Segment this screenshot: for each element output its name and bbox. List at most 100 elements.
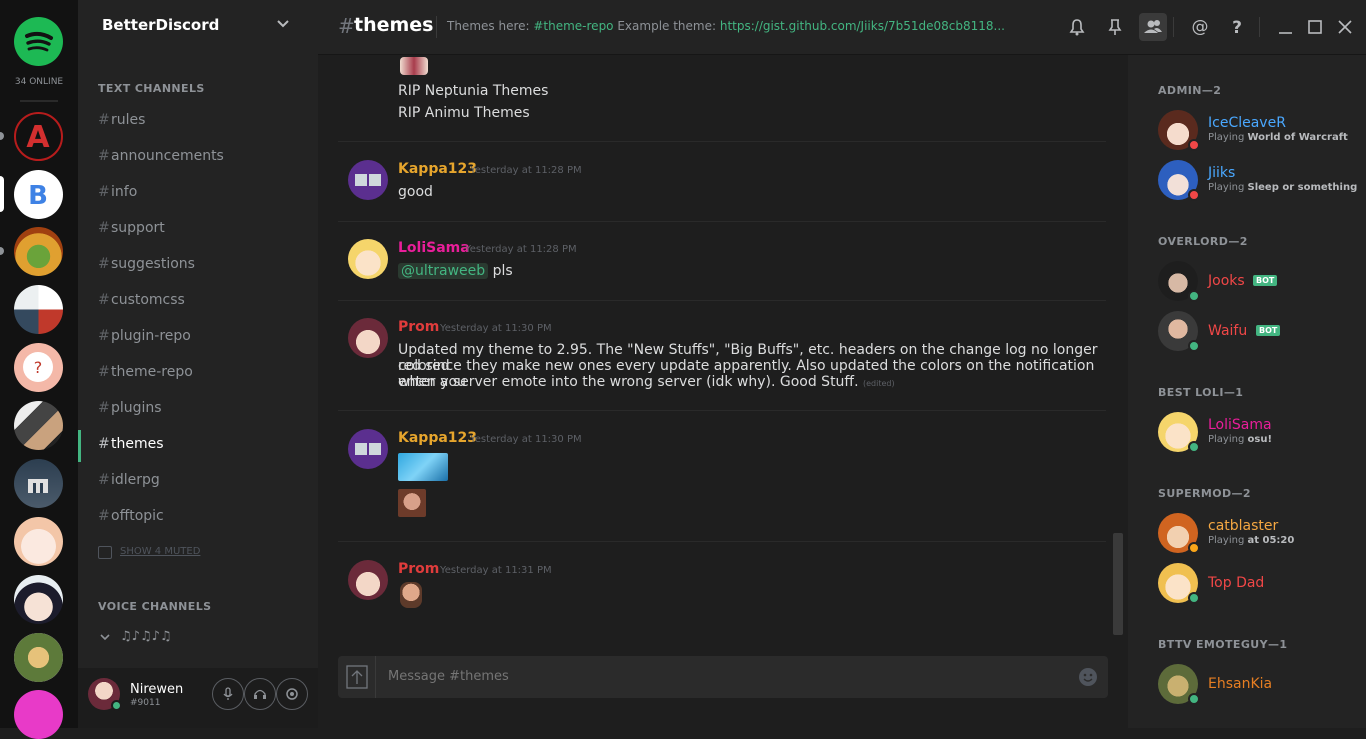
- status-online-icon: [1188, 340, 1200, 352]
- category-voice-channels[interactable]: VOICE CHANNELS: [98, 600, 211, 613]
- topic-text: Example theme:: [613, 19, 720, 33]
- guild-boy[interactable]: [14, 575, 63, 624]
- message-text: RIP Animu Themes: [398, 105, 530, 121]
- settings-button[interactable]: [276, 678, 308, 710]
- guild-question[interactable]: ?: [14, 343, 63, 392]
- online-count: 34 ONLINE: [14, 77, 64, 87]
- channel-plugins[interactable]: # plugins: [78, 395, 318, 423]
- member-name[interactable]: Jooks: [1208, 273, 1245, 289]
- channel-label: announcements: [111, 148, 224, 164]
- message-author[interactable]: Kappa123: [398, 430, 477, 446]
- headphones-icon: [254, 689, 266, 699]
- channel-themes[interactable]: # themes: [78, 431, 318, 459]
- message-author[interactable]: Prom: [398, 319, 439, 335]
- guild-cactus[interactable]: [14, 227, 63, 276]
- voice-channel[interactable]: ♫♪♫♪♫: [120, 629, 172, 644]
- channel-info[interactable]: # info: [78, 179, 318, 207]
- avatar[interactable]: [348, 160, 388, 200]
- message-text-fragment: pls: [488, 263, 513, 279]
- user-panel: Nirewen #9011: [78, 668, 318, 728]
- avatar[interactable]: [348, 429, 388, 469]
- guild-anime[interactable]: [14, 517, 63, 566]
- message-author[interactable]: Prom: [398, 561, 439, 577]
- avatar[interactable]: [348, 239, 388, 279]
- member-name[interactable]: Jiiks: [1208, 165, 1235, 181]
- microphone-icon: [223, 687, 233, 700]
- muted-toggle-icon[interactable]: [98, 546, 112, 559]
- scrollbar[interactable]: [1113, 533, 1123, 635]
- guild-a[interactable]: A: [14, 112, 63, 161]
- member-name[interactable]: Waifu: [1208, 323, 1247, 339]
- channel-label: offtopic: [111, 508, 164, 524]
- show-muted-link[interactable]: SHOW 4 MUTED: [120, 546, 200, 557]
- avatar[interactable]: [348, 560, 388, 600]
- maximize-icon[interactable]: [1301, 13, 1329, 41]
- guild-collage[interactable]: [14, 401, 63, 450]
- guild-betterdiscord[interactable]: B: [14, 170, 63, 219]
- message-input[interactable]: [386, 668, 1046, 685]
- svg-text:@: @: [1192, 17, 1209, 37]
- minimize-icon[interactable]: [1272, 13, 1300, 41]
- channel-support[interactable]: # support: [78, 215, 318, 243]
- channel-label: support: [111, 220, 165, 236]
- mute-button[interactable]: [212, 678, 244, 710]
- channel-idlerpg[interactable]: # idlerpg: [78, 467, 318, 495]
- svg-text:?: ?: [1232, 18, 1242, 38]
- message-author[interactable]: Kappa123: [398, 161, 477, 177]
- channel-label: rules: [111, 112, 146, 128]
- selected-pill: [0, 176, 4, 212]
- status-online-icon: [111, 700, 122, 711]
- avatar[interactable]: [348, 318, 388, 358]
- upload-button[interactable]: [338, 656, 376, 698]
- role-header: BTTV EMOTEGUY—1: [1158, 638, 1288, 651]
- channel-label: themes: [111, 436, 164, 452]
- guild-crossed[interactable]: [14, 285, 63, 334]
- topic-link[interactable]: https://gist.github.com/Jiiks/7b51de08cb…: [720, 19, 1005, 33]
- user-mention[interactable]: @ultraweeb: [398, 263, 489, 279]
- channel-sidebar: BetterDiscord TEXT CHANNELS # rules # anno…: [78, 0, 318, 728]
- status-online-icon: [1188, 441, 1200, 453]
- guild-pink[interactable]: [14, 690, 63, 739]
- pin-icon[interactable]: [1101, 13, 1129, 41]
- bell-icon[interactable]: [1063, 13, 1091, 41]
- chevron-down-icon[interactable]: [274, 14, 292, 32]
- status-online-icon: [1188, 290, 1200, 302]
- message-list[interactable]: RIP Neptunia Themes RIP Animu Themes Kap…: [318, 55, 1128, 635]
- guild-dark[interactable]: [14, 459, 63, 508]
- hash-icon: #: [98, 472, 110, 488]
- mention-icon[interactable]: @: [1186, 13, 1214, 41]
- member-name[interactable]: IceCleaveR: [1208, 115, 1286, 131]
- message-author[interactable]: LoliSama: [398, 240, 470, 256]
- server-name[interactable]: BetterDiscord: [102, 16, 219, 34]
- member-name[interactable]: Top Dad: [1208, 575, 1264, 591]
- channel-customcss[interactable]: # customcss: [78, 287, 318, 315]
- channel-plugin-repo[interactable]: # plugin-repo: [78, 323, 318, 351]
- channel-rules[interactable]: # rules: [78, 107, 318, 135]
- member-list-toggle[interactable]: [1139, 13, 1167, 41]
- edited-label: (edited): [862, 379, 895, 388]
- message-composer: [338, 656, 1108, 698]
- hash-icon: #: [338, 14, 355, 38]
- help-icon[interactable]: ?: [1223, 13, 1251, 41]
- topic-channel-mention[interactable]: #theme-repo: [533, 19, 613, 33]
- member-name[interactable]: catblaster: [1208, 518, 1278, 534]
- channel-label: info: [111, 184, 138, 200]
- channel-header: # themes Themes here: #theme-repo Exampl…: [318, 0, 1366, 55]
- channel-topic: Themes here: #theme-repo Example theme: …: [447, 19, 1005, 33]
- emoji-picker-icon[interactable]: [1078, 667, 1098, 687]
- member-list: ADMIN—2 IceCleaveR Playing World of Warc…: [1128, 55, 1366, 728]
- close-icon[interactable]: [1331, 13, 1359, 41]
- guild-emblem[interactable]: [14, 633, 63, 682]
- member-name[interactable]: EhsanKia: [1208, 676, 1272, 692]
- channel-theme-repo[interactable]: # theme-repo: [78, 359, 318, 387]
- channel-offtopic[interactable]: # offtopic: [78, 503, 318, 531]
- spotify-icon[interactable]: [14, 17, 63, 66]
- category-text-channels[interactable]: TEXT CHANNELS: [98, 82, 205, 95]
- channel-announcements[interactable]: # announcements: [78, 143, 318, 171]
- message-timestamp: Yesterday at 11:28 PM: [465, 244, 577, 255]
- bot-badge: BOT: [1256, 325, 1281, 336]
- svg-text:A: A: [26, 120, 50, 155]
- deafen-button[interactable]: [244, 678, 276, 710]
- member-name[interactable]: LoliSama: [1208, 417, 1272, 433]
- channel-suggestions[interactable]: # suggestions: [78, 251, 318, 279]
